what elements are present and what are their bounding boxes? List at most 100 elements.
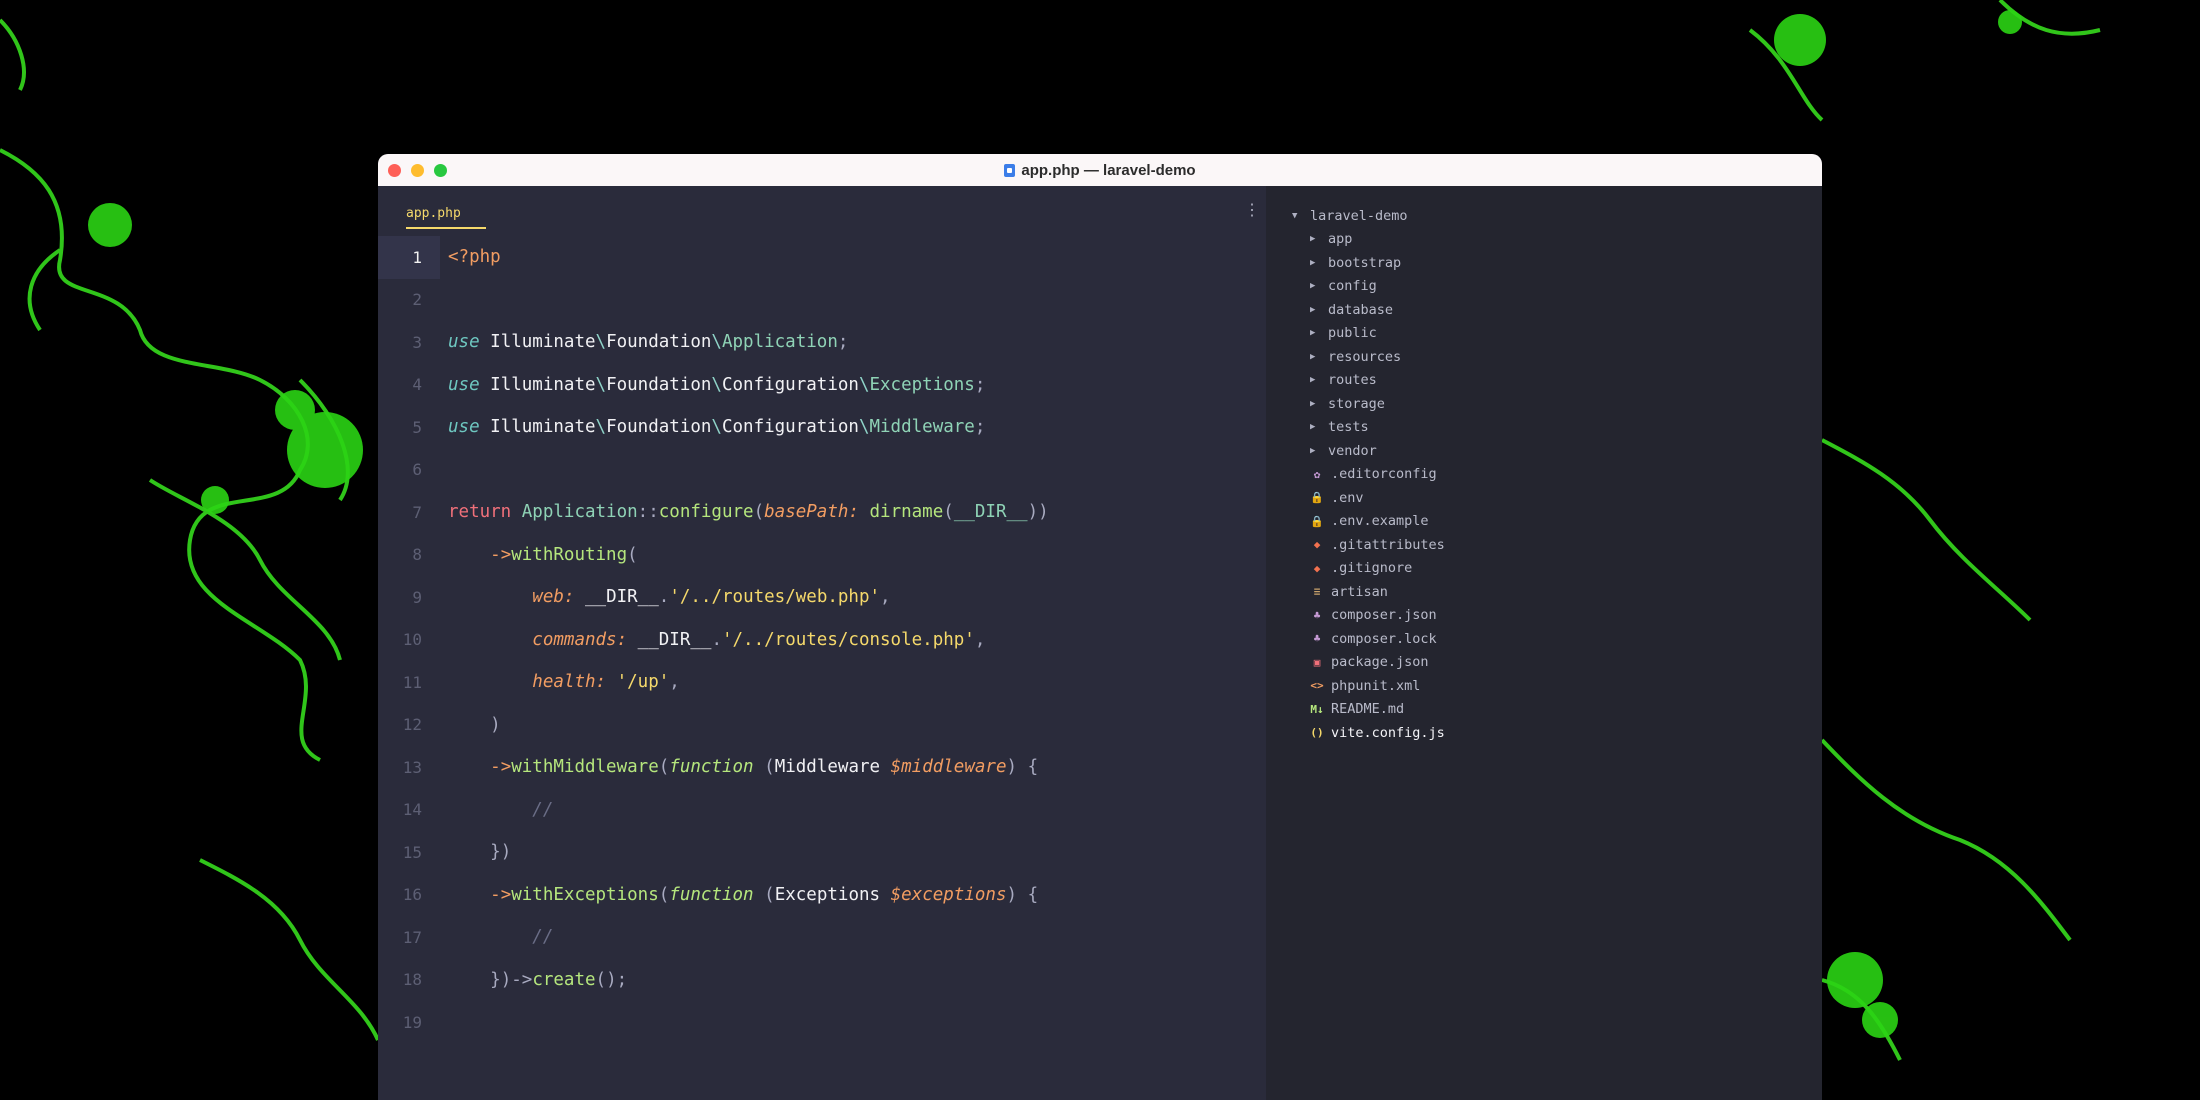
tree-folder-label: tests: [1328, 419, 1369, 436]
tree-file-label: phpunit.xml: [1331, 677, 1421, 694]
lock-icon: 🔒: [1310, 514, 1324, 528]
chevron-right-icon: ▶: [1310, 328, 1316, 339]
code-line: 16 ->withExceptions(function (Exceptions…: [378, 874, 1266, 917]
npm-icon: ▣: [1313, 655, 1321, 669]
tree-file-label: composer.json: [1331, 607, 1437, 624]
tree-folder-public[interactable]: ▶ public: [1266, 322, 1445, 346]
tree-file[interactable]: ▣ package.json: [1266, 651, 1445, 675]
code-line: 13 ->withMiddleware(function (Middleware…: [378, 746, 1266, 789]
tree-file[interactable]: <> phpunit.xml: [1266, 674, 1445, 698]
file-explorer: ▼ laravel-demo ▶ app ▶ bootstrap ▶ config ▶ data…: [1266, 186, 1822, 1100]
tree-root-folder[interactable]: ▼ laravel-demo: [1266, 204, 1445, 228]
code-line: 3 use Illuminate\Foundation\Application;: [378, 321, 1266, 364]
composer-icon: ♣: [1313, 608, 1321, 622]
code-line: 19: [378, 1001, 1266, 1044]
code-line: 9 web: __DIR__.'/../routes/web.php',: [378, 576, 1266, 619]
tree-folder-routes[interactable]: ▶ routes: [1266, 369, 1445, 393]
window-controls: [388, 164, 447, 177]
tree-file-label: README.md: [1331, 701, 1405, 718]
tree-folder-config[interactable]: ▶ config: [1266, 275, 1445, 299]
chevron-down-icon: ▼: [1292, 210, 1298, 221]
editor-window: app.php — laravel-demo app.php ⋮ 1 <?php …: [378, 154, 1822, 1100]
tree-folder-tests[interactable]: ▶ tests: [1266, 416, 1445, 440]
tree-folder-label: app: [1328, 231, 1353, 248]
line-number: 6: [412, 460, 422, 480]
tree-file-label: .env: [1331, 489, 1364, 506]
line-number: 17: [402, 927, 422, 947]
title-bar: app.php — laravel-demo: [378, 154, 1822, 187]
line-number: 8: [412, 545, 422, 565]
code-line: 7 return Application::configure(basePath:…: [378, 491, 1266, 534]
line-number: 3: [412, 332, 422, 352]
tree-folder-app[interactable]: ▶ app: [1266, 228, 1445, 252]
line-number: 11: [402, 672, 422, 692]
tree-folder-storage[interactable]: ▶ storage: [1266, 392, 1445, 416]
tree-file[interactable]: 🔒 .env.example: [1266, 510, 1445, 534]
tree-file[interactable]: ♣ composer.lock: [1266, 627, 1445, 651]
file-tree: ▼ laravel-demo ▶ app ▶ bootstrap ▶ config ▶ data…: [1266, 204, 1445, 745]
tree-folder-label: database: [1328, 301, 1394, 318]
chevron-right-icon: ▶: [1310, 281, 1316, 292]
tree-folder-database[interactable]: ▶ database: [1266, 298, 1445, 322]
tree-folder-label: config: [1328, 278, 1377, 295]
chevron-right-icon: ▶: [1310, 375, 1316, 386]
tab-app-php[interactable]: app.php: [406, 206, 486, 229]
line-number: 9: [412, 587, 422, 607]
tree-file[interactable]: ✿ .editorconfig: [1266, 463, 1445, 487]
chevron-right-icon: ▶: [1310, 398, 1316, 409]
tree-file-label: package.json: [1331, 654, 1429, 671]
line-number: 7: [412, 502, 422, 522]
tree-folder-label: vendor: [1328, 442, 1377, 459]
lock-icon: 🔒: [1310, 491, 1324, 505]
code-line: 4 use Illuminate\Foundation\Configuration…: [378, 364, 1266, 407]
chevron-right-icon: ▶: [1310, 304, 1316, 315]
tree-file-label: .gitattributes: [1331, 536, 1445, 553]
tree-folder-label: storage: [1328, 395, 1385, 412]
tree-file-label: .env.example: [1331, 513, 1429, 530]
tree-folder-resources[interactable]: ▶ resources: [1266, 345, 1445, 369]
chevron-right-icon: ▶: [1310, 257, 1316, 268]
line-number: 1: [378, 236, 440, 279]
tree-folder-vendor[interactable]: ▶ vendor: [1266, 439, 1445, 463]
lines-icon: ≡: [1313, 585, 1321, 599]
zoom-button[interactable]: [434, 164, 447, 177]
markdown-icon: M↓: [1310, 702, 1324, 716]
code-line: 10 commands: __DIR__.'/../routes/console…: [378, 619, 1266, 662]
chevron-right-icon: ▶: [1310, 445, 1316, 456]
tree-file[interactable]: ≡ artisan: [1266, 580, 1445, 604]
more-options-icon[interactable]: ⋮: [1244, 202, 1260, 218]
line-number: 15: [402, 842, 422, 862]
code-line: 15 }): [378, 831, 1266, 874]
tree-folder-bootstrap[interactable]: ▶ bootstrap: [1266, 251, 1445, 275]
tree-file[interactable]: ◆ .gitattributes: [1266, 533, 1445, 557]
code-editor[interactable]: app.php ⋮ 1 <?php 2 3 use Illuminate\Found…: [378, 186, 1266, 1100]
code-line: 8 ->withRouting(: [378, 534, 1266, 577]
tree-file[interactable]: () vite.config.js: [1266, 721, 1444, 745]
php-file-icon: [1004, 163, 1016, 177]
tree-file[interactable]: ◆ .gitignore: [1266, 557, 1445, 581]
tree-file[interactable]: M↓ README.md: [1266, 698, 1445, 722]
line-number: 12: [402, 715, 422, 735]
tree-file[interactable]: ♣ composer.json: [1266, 604, 1445, 628]
minimize-button[interactable]: [411, 164, 424, 177]
code-line: 14 //: [378, 789, 1266, 832]
code-icon: <>: [1310, 679, 1324, 693]
gear-icon: ✿: [1313, 467, 1321, 481]
line-number: 10: [402, 630, 422, 650]
code-line: 11 health: '/up',: [378, 661, 1266, 704]
chevron-right-icon: ▶: [1310, 234, 1316, 245]
code-line: 5 use Illuminate\Foundation\Configuration…: [378, 406, 1266, 449]
line-number: 19: [402, 1012, 422, 1032]
tree-folder-label: public: [1328, 325, 1377, 342]
code-line: 18 })->create();: [378, 959, 1266, 1002]
tree-folder-label: routes: [1328, 372, 1377, 389]
line-number: 14: [402, 800, 422, 820]
line-number: 4: [412, 375, 422, 395]
tree-file[interactable]: 🔒 .env: [1266, 486, 1445, 510]
code-line: 17 //: [378, 916, 1266, 959]
close-button[interactable]: [388, 164, 401, 177]
tree-folder-label: bootstrap: [1328, 254, 1402, 271]
window-title-text: app.php — laravel-demo: [1021, 161, 1196, 179]
git-icon: ◆: [1313, 538, 1321, 552]
tree-folder-label: resources: [1328, 348, 1402, 365]
